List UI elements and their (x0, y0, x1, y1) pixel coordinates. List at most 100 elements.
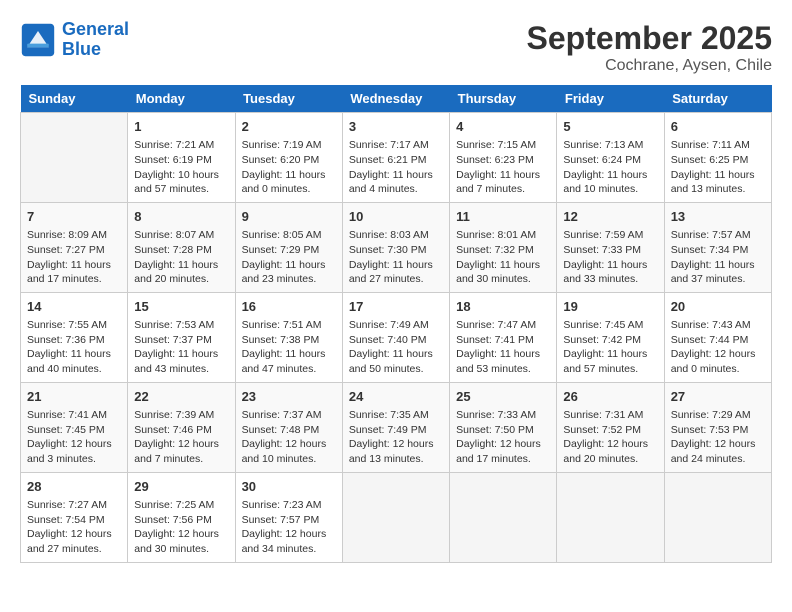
week-row-1: 1Sunrise: 7:21 AM Sunset: 6:19 PM Daylig… (21, 113, 772, 203)
calendar-cell: 8Sunrise: 8:07 AM Sunset: 7:28 PM Daylig… (128, 202, 235, 292)
date-number: 30 (242, 478, 336, 496)
calendar-table: SundayMondayTuesdayWednesdayThursdayFrid… (20, 85, 772, 563)
calendar-cell: 15 Sunrise: 7:53 AM Sunset: 7:37 PM Dayli… (128, 292, 235, 382)
calendar-cell: 20 Sunrise: 7:43 AM Sunset: 7:44 PM Dayli… (664, 292, 771, 382)
date-number: 9 (242, 208, 336, 226)
calendar-cell: 28 Sunrise: 7:27 AM Sunset: 7:54 PM Dayli… (21, 472, 128, 562)
calendar-cell: 7 Sunrise: 8:09 AM Sunset: 7:27 PM Daylig… (21, 202, 128, 292)
weekday-header-monday: Monday (128, 85, 235, 113)
calendar-cell: 9 Sunrise: 8:05 AM Sunset: 7:29 PM Daylig… (235, 202, 342, 292)
weekday-header-sunday: Sunday (21, 85, 128, 113)
calendar-cell: 13 Sunrise: 7:57 AM Sunset: 7:34 PM Dayli… (664, 202, 771, 292)
calendar-cell: 30 Sunrise: 7:23 AM Sunset: 7:57 PM Dayli… (235, 472, 342, 562)
date-number: 29 (134, 478, 228, 496)
cell-info: Sunrise: 7:11 AM Sunset: 6:25 PM Dayligh… (671, 138, 765, 197)
cell-info: Sunrise: 8:05 AM Sunset: 7:29 PM Dayligh… (242, 228, 336, 287)
date-number: 20 (671, 298, 765, 316)
date-number: 12 (563, 208, 657, 226)
cell-info: Sunrise: 7:29 AM Sunset: 7:53 PM Dayligh… (671, 408, 765, 467)
date-number: 2 (242, 118, 336, 136)
cell-info: Sunrise: 7:45 AM Sunset: 7:42 PM Dayligh… (563, 318, 657, 377)
calendar-cell: 6 Sunrise: 7:11 AM Sunset: 6:25 PM Daylig… (664, 113, 771, 203)
week-row-5: 28 Sunrise: 7:27 AM Sunset: 7:54 PM Dayli… (21, 472, 772, 562)
weekday-header-tuesday: Tuesday (235, 85, 342, 113)
cell-info: Sunrise: 7:49 AM Sunset: 7:40 PM Dayligh… (349, 318, 443, 377)
cell-info: Sunrise: 7:51 AM Sunset: 7:38 PM Dayligh… (242, 318, 336, 377)
calendar-cell: 14Sunrise: 7:55 AM Sunset: 7:36 PM Dayli… (21, 292, 128, 382)
week-row-2: 7 Sunrise: 8:09 AM Sunset: 7:27 PM Daylig… (21, 202, 772, 292)
calendar-cell: 24 Sunrise: 7:35 AM Sunset: 7:49 PM Dayli… (342, 382, 449, 472)
logo: General Blue (20, 20, 129, 60)
calendar-cell (557, 472, 664, 562)
week-row-4: 21Sunrise: 7:41 AM Sunset: 7:45 PM Dayli… (21, 382, 772, 472)
calendar-cell: 16 Sunrise: 7:51 AM Sunset: 7:38 PM Dayli… (235, 292, 342, 382)
date-number: 13 (671, 208, 765, 226)
logo-line1: General (62, 19, 129, 39)
date-number: 24 (349, 388, 443, 406)
cell-info: Sunrise: 7:39 AM Sunset: 7:46 PM Dayligh… (134, 408, 228, 467)
calendar-cell (21, 113, 128, 203)
date-number: 26 (563, 388, 657, 406)
date-number: 6 (671, 118, 765, 136)
location-title: Cochrane, Aysen, Chile (527, 57, 772, 75)
calendar-cell (342, 472, 449, 562)
date-number: 27 (671, 388, 765, 406)
cell-info: Sunrise: 7:53 AM Sunset: 7:37 PM Dayligh… (134, 318, 228, 377)
date-number: 3 (349, 118, 443, 136)
cell-info: Sunrise: 7:57 AM Sunset: 7:34 PM Dayligh… (671, 228, 765, 287)
cell-info: Sunrise: 7:37 AM Sunset: 7:48 PM Dayligh… (242, 408, 336, 467)
cell-info: Sunrise: 7:17 AM Sunset: 6:21 PM Dayligh… (349, 138, 443, 197)
date-number: 23 (242, 388, 336, 406)
date-number: 16 (242, 298, 336, 316)
logo-text: General Blue (62, 20, 129, 60)
cell-info: Sunrise: 7:47 AM Sunset: 7:41 PM Dayligh… (456, 318, 550, 377)
cell-info: Sunrise: 8:03 AM Sunset: 7:30 PM Dayligh… (349, 228, 443, 287)
calendar-cell: 27 Sunrise: 7:29 AM Sunset: 7:53 PM Dayli… (664, 382, 771, 472)
calendar-cell: 10 Sunrise: 8:03 AM Sunset: 7:30 PM Dayli… (342, 202, 449, 292)
cell-info: Sunrise: 8:09 AM Sunset: 7:27 PM Dayligh… (27, 228, 121, 287)
cell-info: Sunrise: 7:59 AM Sunset: 7:33 PM Dayligh… (563, 228, 657, 287)
calendar-cell: 11Sunrise: 8:01 AM Sunset: 7:32 PM Dayli… (450, 202, 557, 292)
calendar-cell: 4Sunrise: 7:15 AM Sunset: 6:23 PM Daylig… (450, 113, 557, 203)
date-number: 25 (456, 388, 550, 406)
date-number: 5 (563, 118, 657, 136)
calendar-cell: 25 Sunrise: 7:33 AM Sunset: 7:50 PM Dayli… (450, 382, 557, 472)
date-number: 15 (134, 298, 228, 316)
calendar-cell: 1Sunrise: 7:21 AM Sunset: 6:19 PM Daylig… (128, 113, 235, 203)
date-number: 19 (563, 298, 657, 316)
calendar-cell: 3 Sunrise: 7:17 AM Sunset: 6:21 PM Daylig… (342, 113, 449, 203)
weekday-header-saturday: Saturday (664, 85, 771, 113)
logo-icon (20, 22, 56, 58)
month-title: September 2025 (527, 20, 772, 57)
cell-info: Sunrise: 7:19 AM Sunset: 6:20 PM Dayligh… (242, 138, 336, 197)
weekday-header-row: SundayMondayTuesdayWednesdayThursdayFrid… (21, 85, 772, 113)
week-row-3: 14Sunrise: 7:55 AM Sunset: 7:36 PM Dayli… (21, 292, 772, 382)
calendar-cell: 17 Sunrise: 7:49 AM Sunset: 7:40 PM Dayli… (342, 292, 449, 382)
calendar-cell (664, 472, 771, 562)
calendar-cell: 22Sunrise: 7:39 AM Sunset: 7:46 PM Dayli… (128, 382, 235, 472)
date-number: 28 (27, 478, 121, 496)
cell-info: Sunrise: 7:13 AM Sunset: 6:24 PM Dayligh… (563, 138, 657, 197)
cell-info: Sunrise: 7:43 AM Sunset: 7:44 PM Dayligh… (671, 318, 765, 377)
cell-info: Sunrise: 7:23 AM Sunset: 7:57 PM Dayligh… (242, 498, 336, 557)
date-number: 7 (27, 208, 121, 226)
calendar-cell: 18Sunrise: 7:47 AM Sunset: 7:41 PM Dayli… (450, 292, 557, 382)
cell-info: Sunrise: 7:15 AM Sunset: 6:23 PM Dayligh… (456, 138, 550, 197)
calendar-cell: 26Sunrise: 7:31 AM Sunset: 7:52 PM Dayli… (557, 382, 664, 472)
calendar-cell: 21Sunrise: 7:41 AM Sunset: 7:45 PM Dayli… (21, 382, 128, 472)
weekday-header-thursday: Thursday (450, 85, 557, 113)
calendar-cell: 19 Sunrise: 7:45 AM Sunset: 7:42 PM Dayli… (557, 292, 664, 382)
cell-info: Sunrise: 7:33 AM Sunset: 7:50 PM Dayligh… (456, 408, 550, 467)
date-number: 10 (349, 208, 443, 226)
calendar-cell: 29 Sunrise: 7:25 AM Sunset: 7:56 PM Dayli… (128, 472, 235, 562)
cell-info: Sunrise: 7:35 AM Sunset: 7:49 PM Dayligh… (349, 408, 443, 467)
cell-info: Sunrise: 7:27 AM Sunset: 7:54 PM Dayligh… (27, 498, 121, 557)
date-number: 21 (27, 388, 121, 406)
date-number: 17 (349, 298, 443, 316)
date-number: 11 (456, 208, 550, 226)
cell-info: Sunrise: 8:07 AM Sunset: 7:28 PM Dayligh… (134, 228, 228, 287)
weekday-header-friday: Friday (557, 85, 664, 113)
cell-info: Sunrise: 7:21 AM Sunset: 6:19 PM Dayligh… (134, 138, 228, 197)
calendar-cell: 23 Sunrise: 7:37 AM Sunset: 7:48 PM Dayli… (235, 382, 342, 472)
cell-info: Sunrise: 7:25 AM Sunset: 7:56 PM Dayligh… (134, 498, 228, 557)
